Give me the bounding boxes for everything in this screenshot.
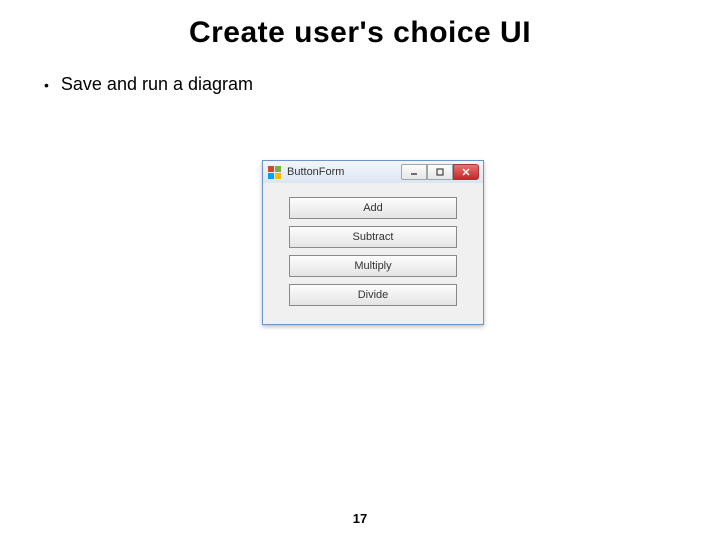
maximize-button[interactable] <box>427 164 453 180</box>
app-window: ButtonForm Add Subtract Multiply Divide <box>262 160 484 325</box>
divide-button[interactable]: Divide <box>289 284 457 306</box>
window-title: ButtonForm <box>287 166 395 178</box>
subtract-button[interactable]: Subtract <box>289 226 457 248</box>
bullet-text: Save and run a diagram <box>61 74 253 95</box>
add-button[interactable]: Add <box>289 197 457 219</box>
close-button[interactable] <box>453 164 479 180</box>
page-number: 17 <box>0 511 720 526</box>
bullet-dot-icon: • <box>44 78 49 92</box>
window-controls <box>401 164 479 180</box>
window-titlebar: ButtonForm <box>263 161 483 183</box>
multiply-button[interactable]: Multiply <box>289 255 457 277</box>
window-client-area: Add Subtract Multiply Divide <box>263 183 483 324</box>
slide-title: Create user's choice UI <box>0 0 720 50</box>
bullet-item: • Save and run a diagram <box>0 50 720 95</box>
minimize-button[interactable] <box>401 164 427 180</box>
app-icon <box>267 165 281 179</box>
